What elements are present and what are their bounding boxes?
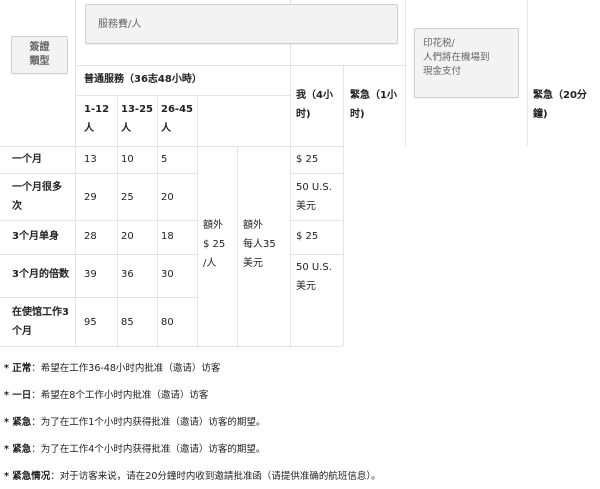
price-cell: 25 bbox=[121, 192, 134, 203]
fee-table-page: 簽證 類型 服務費/人 印花税/ 人們將在機場到 現金支付 普通服務（36志48… bbox=[0, 0, 600, 489]
me-4h-header: 我（4小 时) bbox=[296, 90, 333, 120]
service-fee-button[interactable]: 服務費/人 bbox=[85, 4, 398, 44]
stamp-cell: 50 U.S. 美元 bbox=[296, 182, 332, 212]
note-normal: * 正常：希望在工作36-48小时内批准（邀请）访客 bbox=[4, 363, 221, 374]
urgent-20m-header: 緊急（20分 鐘) bbox=[533, 90, 587, 120]
row-label: 一个月很多 次 bbox=[12, 182, 62, 212]
price-cell: 95 bbox=[84, 317, 97, 328]
price-cell: 18 bbox=[161, 231, 174, 242]
price-cell: 28 bbox=[84, 231, 97, 242]
extra-fee-35: 額外 每人35 美元 bbox=[243, 220, 276, 269]
normal-service-header: 普通服務（36志48小時） bbox=[84, 74, 202, 85]
price-cell: 20 bbox=[121, 231, 134, 242]
stamp-cell: 50 U.S. 美元 bbox=[296, 262, 332, 292]
price-cell: 13 bbox=[84, 154, 97, 165]
price-cell: 30 bbox=[161, 269, 174, 280]
row-label: 3个月的倍数 bbox=[12, 269, 69, 280]
row-label: 一个月 bbox=[12, 154, 42, 165]
note-emergency: * 紧急情况：对于访客来说，请在20分鐘时内收到邀請批准函（请提供准确的航班信息… bbox=[4, 471, 381, 482]
note-urgent-4h: * 紧急：为了在工作4个小时内获得批准（邀请）访客的期望。 bbox=[4, 444, 266, 455]
urgent-1h-header: 緊急（1小 时) bbox=[350, 90, 397, 120]
group-13-25-header: 13-25 人 bbox=[121, 104, 153, 134]
price-cell: 39 bbox=[84, 269, 97, 280]
stamp-fee-button[interactable]: 印花税/ 人們將在機場到 現金支付 bbox=[414, 28, 519, 98]
row-label: 在使馆工作3 个月 bbox=[12, 307, 69, 337]
price-cell: 20 bbox=[161, 192, 174, 203]
stamp-cell: $ 25 bbox=[296, 231, 319, 242]
price-cell: 29 bbox=[84, 192, 97, 203]
note-urgent-1h: * 紧急：为了在工作1个小时内获得批准（邀请）访客的期望。 bbox=[4, 417, 266, 428]
note-one-day: * 一日：希望在8个工作小时内批准（邀请）访客 bbox=[4, 390, 209, 401]
row-label: 3个月单身 bbox=[12, 231, 59, 242]
price-cell: 5 bbox=[161, 154, 168, 165]
extra-fee-25: 額外 $ 25 /人 bbox=[203, 220, 226, 269]
price-cell: 80 bbox=[161, 317, 174, 328]
price-cell: 36 bbox=[121, 269, 134, 280]
price-cell: 10 bbox=[121, 154, 134, 165]
visa-type-button[interactable]: 簽證 類型 bbox=[11, 36, 68, 74]
stamp-cell: $ 25 bbox=[296, 154, 319, 165]
group-26-45-header: 26-45 人 bbox=[161, 104, 193, 134]
price-cell: 85 bbox=[121, 317, 134, 328]
group-1-12-header: 1-12 人 bbox=[84, 104, 110, 134]
